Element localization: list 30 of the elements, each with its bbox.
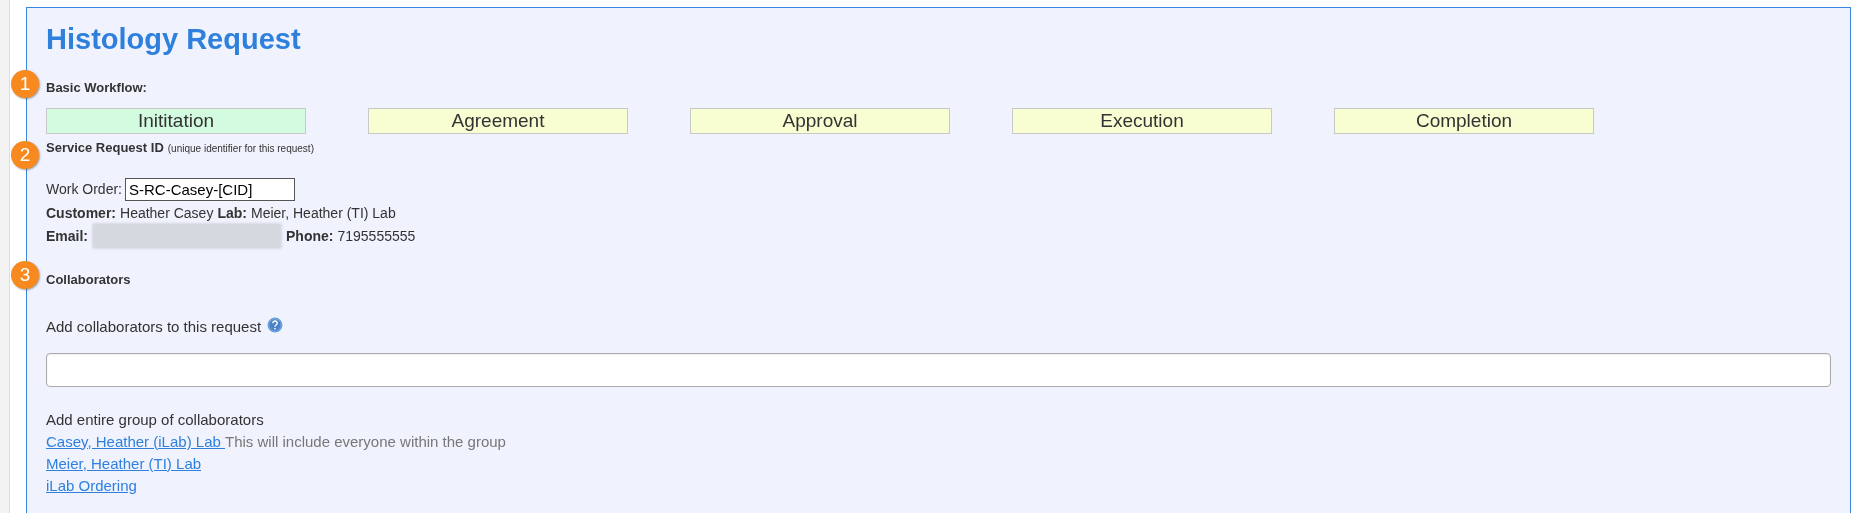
lab-name: Meier, Heather (TI) Lab xyxy=(250,203,396,223)
step-number-badge: 2 xyxy=(11,141,39,169)
section-heading: Collaborators xyxy=(46,270,132,289)
hint-text: This will include everyone within the group xyxy=(225,431,506,452)
work-order-field[interactable]: S-RC-Casey-[CID] xyxy=(125,177,295,201)
phone-number: 7195555555 xyxy=(337,226,416,246)
step-number-badge: 3 xyxy=(11,261,39,289)
group-link[interactable]: iLab Ordering xyxy=(46,474,137,497)
workflow-stage[interactable]: Inititation xyxy=(46,108,306,134)
step-number-badge: 1 xyxy=(11,70,39,98)
field-label: Lab: xyxy=(217,203,247,223)
help-icon[interactable] xyxy=(267,316,284,333)
group-link[interactable]: Meier, Heather (TI) Lab xyxy=(46,452,202,475)
group-link[interactable]: Casey, Heather (iLab) Lab xyxy=(46,430,225,453)
field-label: Add collaborators to this request xyxy=(46,316,262,337)
field-label: Work Order: xyxy=(46,179,122,199)
page-title: Histology Request xyxy=(46,22,302,57)
workflow-stage[interactable]: Agreement xyxy=(368,108,628,134)
section-heading: Service Request ID xyxy=(46,139,164,157)
hint-text: (unique identifier for this request) xyxy=(167,142,314,156)
field-label: Add entire group of collaborators xyxy=(46,409,265,430)
field-label: Email: xyxy=(46,226,88,246)
field-label: Phone: xyxy=(286,226,334,246)
customer-name: Heather Casey xyxy=(120,203,214,223)
workflow-stage[interactable]: Approval xyxy=(690,108,950,134)
workflow-stage[interactable]: Execution xyxy=(1012,108,1272,134)
field-label: Customer: xyxy=(46,203,116,223)
collaborators-field[interactable] xyxy=(46,352,1831,387)
workflow-stage[interactable]: Completion xyxy=(1334,108,1594,134)
section-heading: Basic Workflow: xyxy=(46,80,148,96)
